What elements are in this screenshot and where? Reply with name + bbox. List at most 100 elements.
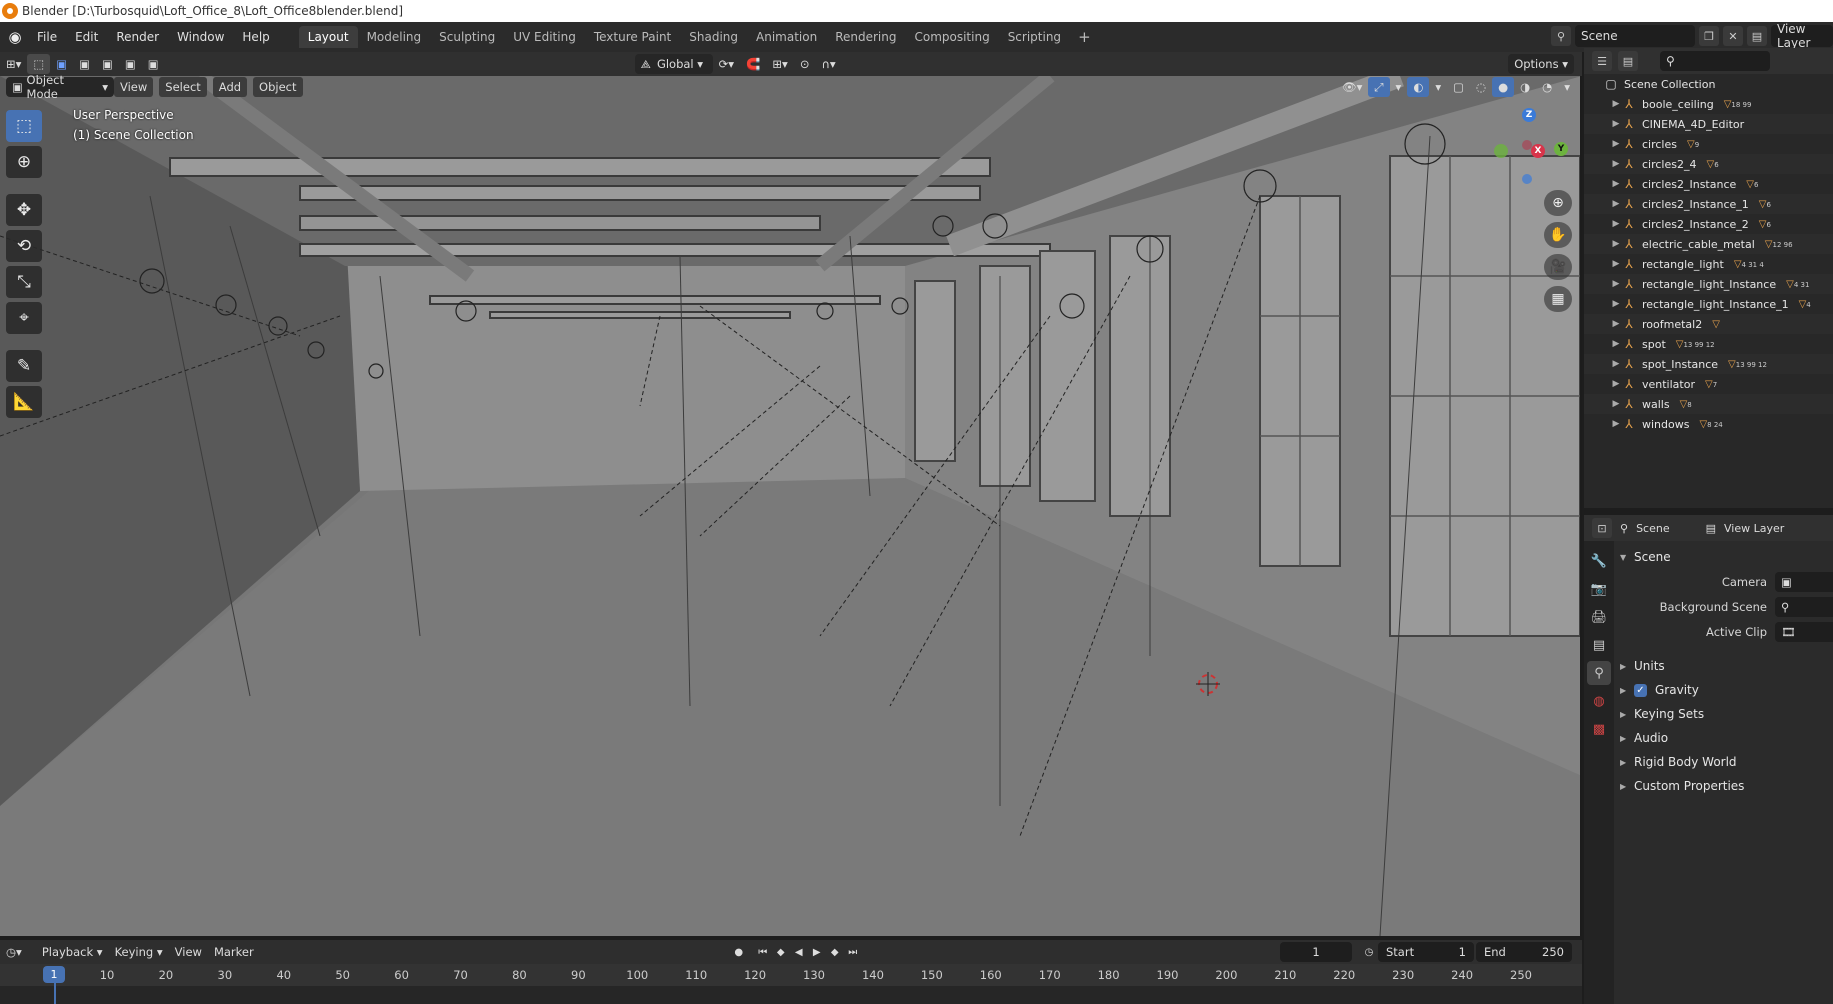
editor-type-icon[interactable]: ⊞▾	[0, 54, 27, 74]
outliner-item[interactable]: ▶ ⅄ circles2_Instance_2 ▽6	[1584, 214, 1833, 234]
expand-arrow-icon[interactable]: ▶	[1610, 359, 1622, 369]
timeline-menu-marker[interactable]: Marker	[208, 942, 260, 962]
panel-gravity[interactable]: ▶ ✓ Gravity	[1614, 678, 1833, 702]
outliner-item[interactable]: ▶ ⅄ electric_cable_metal ▽12 96	[1584, 234, 1833, 254]
outliner-item[interactable]: ▶ ⅄ rectangle_light_Instance_1 ▽4	[1584, 294, 1833, 314]
proportional-edit-icon[interactable]: ⊙	[794, 54, 816, 74]
background-scene-field[interactable]: ⚲	[1775, 596, 1833, 617]
xray-toggle-icon[interactable]: ▢	[1447, 77, 1470, 97]
options-dropdown[interactable]: Options ▾	[1508, 54, 1574, 74]
expand-arrow-icon[interactable]: ▶	[1610, 279, 1622, 289]
select-mode-invert-icon[interactable]: ▣	[119, 54, 142, 74]
outliner-item[interactable]: ▶ ⅄ walls ▽8	[1584, 394, 1833, 414]
active-clip-field[interactable]: 🎞	[1775, 621, 1833, 642]
workspace-tab-shading[interactable]: Shading	[680, 26, 747, 48]
expand-arrow-icon[interactable]: ▶	[1610, 339, 1622, 349]
current-frame-marker[interactable]: 1	[43, 966, 65, 983]
panel-audio[interactable]: ▶ Audio	[1614, 726, 1833, 750]
current-frame-field[interactable]: 1	[1280, 942, 1352, 962]
expand-arrow-icon[interactable]: ▶	[1610, 139, 1622, 149]
gizmo-neg-y-axis[interactable]	[1494, 144, 1508, 158]
properties-editor-type-icon[interactable]: ⊡	[1592, 518, 1612, 538]
gizmo-toggle-icon[interactable]: ⤢	[1368, 77, 1390, 97]
timeline-menu-playback[interactable]: Playback ▾	[36, 942, 109, 962]
select-mode-new-icon[interactable]: ▣	[50, 54, 73, 74]
proportional-falloff-icon[interactable]: ∩▾	[815, 54, 841, 74]
record-icon[interactable]: ●	[730, 943, 748, 961]
scene-name-field[interactable]: Scene	[1575, 25, 1695, 47]
view-layer-icon[interactable]: ▤	[1747, 26, 1767, 46]
output-tab-icon[interactable]: 🖨	[1587, 605, 1611, 629]
transform-icon[interactable]: ⌖	[6, 302, 42, 334]
outliner-item[interactable]: ▶ ⅄ circles ▽9	[1584, 134, 1833, 154]
outliner-editor-type-icon[interactable]: ☰	[1592, 51, 1612, 71]
camera-field[interactable]: ▣	[1775, 571, 1833, 592]
blender-logo-icon[interactable]: ◉	[2, 24, 28, 50]
outliner-item[interactable]: ▶ ⅄ ventilator ▽7	[1584, 374, 1833, 394]
visibility-icon[interactable]: 👁▾	[1336, 77, 1368, 97]
menu-window[interactable]: Window	[168, 30, 233, 44]
outliner-panel[interactable]: ▢ Scene Collection ▶ ⅄ boole_ceiling ▽18 99…	[1584, 74, 1833, 508]
panel-custom-properties[interactable]: ▶ Custom Properties	[1614, 774, 1833, 798]
workspace-tab-scripting[interactable]: Scripting	[999, 26, 1070, 48]
panel-keying-sets[interactable]: ▶ Keying Sets	[1614, 702, 1833, 726]
pivot-point-icon[interactable]: ⟳▾	[713, 54, 740, 74]
next-keyframe-icon[interactable]: ◆	[826, 943, 844, 961]
timeline-menu-view[interactable]: View	[169, 942, 208, 962]
play-reverse-icon[interactable]: ◀	[790, 943, 808, 961]
delete-scene-icon[interactable]: ✕	[1723, 26, 1743, 46]
texture-tab-icon[interactable]: ▩	[1587, 717, 1611, 741]
outliner-item[interactable]: ▶ ⅄ roofmetal2 ▽	[1584, 314, 1833, 334]
workspace-tab-sculpting[interactable]: Sculpting	[430, 26, 504, 48]
scene-tab-icon[interactable]: ⚲	[1587, 661, 1611, 685]
new-scene-icon[interactable]: ❐	[1699, 26, 1719, 46]
outliner-item[interactable]: ▶ ⅄ circles2_Instance ▽6	[1584, 174, 1833, 194]
snap-target-icon[interactable]: ⊞▾	[766, 54, 793, 74]
overlay-toggle-icon[interactable]: ◐	[1407, 77, 1430, 97]
wireframe-shading-icon[interactable]: ◌	[1470, 77, 1492, 97]
panel-rigid-body-world[interactable]: ▶ Rigid Body World	[1614, 750, 1833, 774]
view-layer-tab-icon[interactable]: ▤	[1587, 633, 1611, 657]
select-mode-subtract-icon[interactable]: ▣	[96, 54, 119, 74]
select-mode-intersect-icon[interactable]: ▣	[142, 54, 165, 74]
workspace-tab-layout[interactable]: Layout	[298, 26, 358, 48]
panel-scene[interactable]: ▼ Scene	[1614, 545, 1833, 569]
outliner-item[interactable]: ▶ ⅄ rectangle_light ▽4 31 4	[1584, 254, 1833, 274]
jump-end-icon[interactable]: ⏭	[844, 943, 862, 961]
pan-hand-icon[interactable]: ✋	[1544, 222, 1572, 248]
workspace-tab-modeling[interactable]: Modeling	[358, 26, 431, 48]
timeline-menu-keying[interactable]: Keying ▾	[109, 942, 169, 962]
expand-arrow-icon[interactable]: ▶	[1610, 239, 1622, 249]
end-frame-field[interactable]: End 250	[1476, 942, 1572, 962]
expand-arrow-icon[interactable]: ▶	[1610, 419, 1622, 429]
world-tab-icon[interactable]: ◍	[1587, 689, 1611, 713]
panel-units[interactable]: ▶ Units	[1614, 654, 1833, 678]
expand-arrow-icon[interactable]: ▶	[1610, 119, 1622, 129]
gizmo-y-axis[interactable]: Y	[1554, 142, 1568, 156]
outliner-item[interactable]: ▶ ⅄ boole_ceiling ▽18 99	[1584, 94, 1833, 114]
camera-view-icon[interactable]: 🎥	[1544, 254, 1572, 280]
3d-viewport[interactable]: User Perspective (1) Scene Collection	[0, 76, 1582, 936]
view-layer-field[interactable]: View Layer	[1771, 22, 1833, 50]
outliner-item[interactable]: ▶ ⅄ circles2_4 ▽6	[1584, 154, 1833, 174]
rotate-icon[interactable]: ⟲	[6, 230, 42, 262]
viewport-menu-add[interactable]: Add	[212, 77, 248, 97]
expand-arrow-icon[interactable]: ▶	[1610, 179, 1622, 189]
workspace-tab-uv-editing[interactable]: UV Editing	[504, 26, 585, 48]
menu-render[interactable]: Render	[107, 30, 168, 44]
select-box-icon[interactable]: ⬚	[6, 110, 42, 142]
play-icon[interactable]: ▶	[808, 943, 826, 961]
expand-arrow-icon[interactable]: ▶	[1610, 319, 1622, 329]
workspace-tab-compositing[interactable]: Compositing	[905, 26, 998, 48]
timeline-editor-type-icon[interactable]: ◷▾	[0, 942, 28, 962]
add-workspace-button[interactable]: +	[1070, 28, 1099, 46]
clock-icon[interactable]: ◷	[1360, 943, 1378, 961]
measure-icon[interactable]: 📐	[6, 386, 42, 418]
outliner-item[interactable]: ▶ ⅄ windows ▽8 24	[1584, 414, 1833, 434]
viewport-menu-view[interactable]: View	[114, 77, 154, 97]
annotate-icon[interactable]: ✎	[6, 350, 42, 382]
gizmo-neg-x-axis[interactable]	[1522, 140, 1532, 150]
select-tool-icon[interactable]: ⬚	[27, 54, 51, 74]
expand-arrow-icon[interactable]: ▶	[1610, 199, 1622, 209]
gizmo-neg-z-axis[interactable]	[1522, 174, 1532, 184]
